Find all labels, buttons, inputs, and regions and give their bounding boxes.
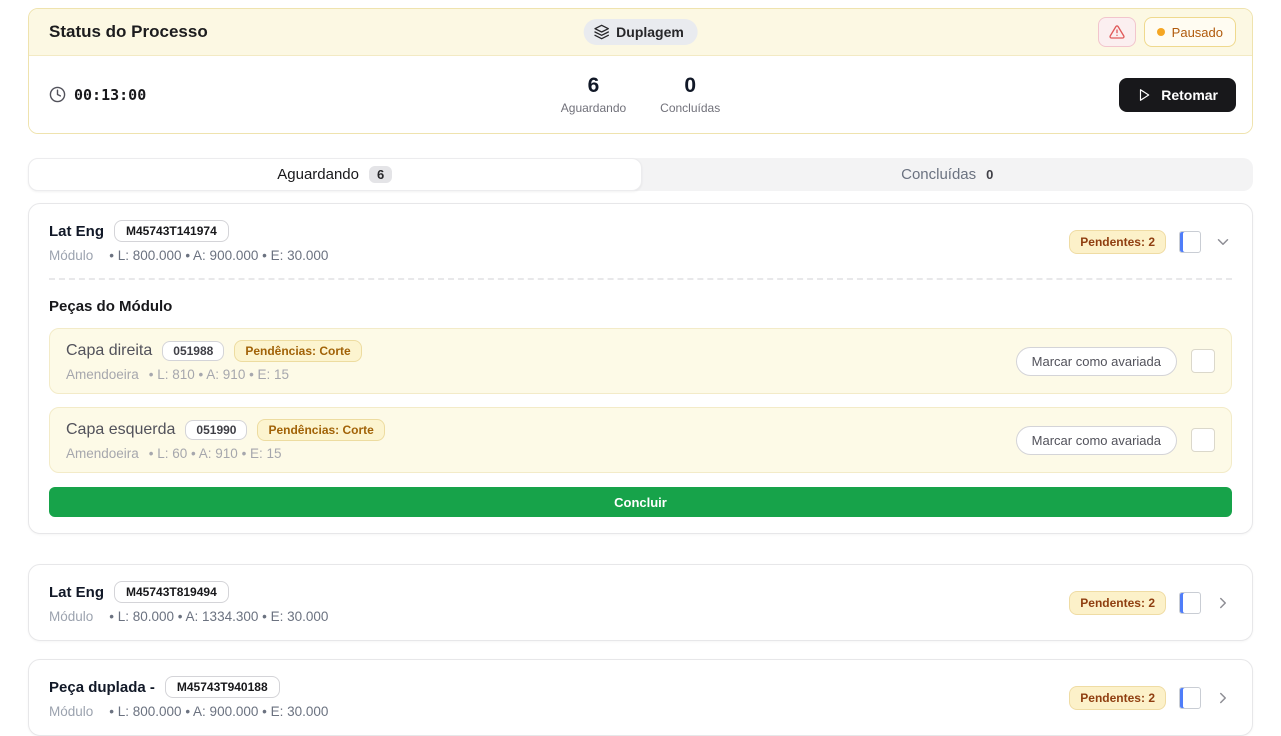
- stat-value: 6: [561, 74, 626, 97]
- tab-aguardando[interactable]: Aguardando 6: [28, 158, 642, 191]
- piece-pending-badge: Pendências: Corte: [257, 419, 384, 441]
- warning-triangle-icon: [1109, 24, 1125, 40]
- module-type: Módulo: [49, 609, 93, 624]
- piece-checkbox[interactable]: [1191, 428, 1215, 452]
- page-title: Status do Processo: [49, 22, 208, 42]
- module-dimensions: • L: 800.000 • A: 900.000 • E: 30.000: [109, 248, 328, 263]
- piece-row: Capa direita 051988 Pendências: Corte Am…: [49, 328, 1232, 394]
- divider: [49, 278, 1232, 280]
- module-info: Lat Eng M45743T819494 Módulo • L: 80.000…: [49, 581, 328, 624]
- tab-count-badge: 0: [986, 167, 993, 182]
- paused-status-badge: Pausado: [1144, 17, 1236, 47]
- tab-concluidas[interactable]: Concluídas 0: [642, 158, 1254, 191]
- module-card: Peça duplada - M45743T940188 Módulo • L:…: [28, 659, 1253, 736]
- module-body: Peças do Módulo Capa direita 051988 Pend…: [49, 278, 1232, 517]
- paused-label: Pausado: [1172, 25, 1223, 40]
- timer-value: 00:13:00: [74, 86, 146, 104]
- module-checkbox[interactable]: [1179, 687, 1201, 709]
- module-header[interactable]: Peça duplada - M45743T940188 Módulo • L:…: [49, 676, 1232, 719]
- piece-code-badge: 051990: [185, 420, 247, 440]
- pending-badge: Pendentes: 2: [1069, 230, 1166, 254]
- module-actions: Pendentes: 2: [1069, 591, 1232, 615]
- tab-count-badge: 6: [369, 166, 392, 183]
- piece-dimensions: • L: 60 • A: 910 • E: 15: [149, 446, 282, 461]
- piece-checkbox[interactable]: [1191, 349, 1215, 373]
- stat-label: Aguardando: [561, 101, 626, 115]
- module-dimensions: • L: 800.000 • A: 900.000 • E: 30.000: [109, 704, 328, 719]
- resume-label: Retomar: [1161, 87, 1218, 103]
- chevron-down-icon[interactable]: [1214, 233, 1232, 251]
- stat-label: Concluídas: [660, 101, 720, 115]
- process-type-badge: Duplagem: [583, 19, 698, 45]
- pending-badge: Pendentes: 2: [1069, 686, 1166, 710]
- conclude-button[interactable]: Concluir: [49, 487, 1232, 517]
- piece-actions: Marcar como avariada: [1016, 426, 1215, 455]
- play-icon: [1137, 88, 1151, 102]
- piece-actions: Marcar como avariada: [1016, 347, 1215, 376]
- paused-dot-icon: [1157, 28, 1165, 36]
- module-code-badge: M45743T940188: [165, 676, 280, 698]
- tab-label: Concluídas: [901, 166, 976, 183]
- stat-aguardando: 6 Aguardando: [561, 74, 626, 114]
- module-header[interactable]: Lat Eng M45743T141974 Módulo • L: 800.00…: [49, 220, 1232, 263]
- module-info: Peça duplada - M45743T940188 Módulo • L:…: [49, 676, 328, 719]
- stat-concluidas: 0 Concluídas: [660, 74, 720, 114]
- module-code-badge: M45743T819494: [114, 581, 229, 603]
- module-checkbox[interactable]: [1179, 231, 1201, 253]
- status-header-actions: Pausado: [1098, 17, 1236, 47]
- module-name: Peça duplada -: [49, 679, 155, 696]
- module-name: Lat Eng: [49, 584, 104, 601]
- alert-button[interactable]: [1098, 17, 1136, 47]
- chevron-right-icon[interactable]: [1214, 594, 1232, 612]
- status-card-body: 00:13:00 6 Aguardando 0 Concluídas Retom…: [29, 56, 1252, 133]
- tab-label: Aguardando: [277, 166, 359, 183]
- timer: 00:13:00: [49, 86, 146, 104]
- piece-info: Capa esquerda 051990 Pendências: Corte A…: [66, 419, 385, 461]
- layers-icon: [593, 24, 609, 40]
- status-card-header: Status do Processo Duplagem Pausado: [29, 9, 1252, 56]
- module-type: Módulo: [49, 248, 93, 263]
- module-dimensions: • L: 80.000 • A: 1334.300 • E: 30.000: [109, 609, 328, 624]
- resume-button[interactable]: Retomar: [1119, 78, 1236, 112]
- stat-value: 0: [660, 74, 720, 97]
- tab-bar: Aguardando 6 Concluídas 0: [28, 158, 1253, 191]
- module-code-badge: M45743T141974: [114, 220, 229, 242]
- module-actions: Pendentes: 2: [1069, 686, 1232, 710]
- module-type: Módulo: [49, 704, 93, 719]
- piece-name: Capa direita: [66, 342, 152, 360]
- mark-damaged-button[interactable]: Marcar como avariada: [1016, 347, 1177, 376]
- chevron-right-icon[interactable]: [1214, 689, 1232, 707]
- mark-damaged-button[interactable]: Marcar como avariada: [1016, 426, 1177, 455]
- piece-material: Amendoeira: [66, 367, 139, 382]
- module-checkbox[interactable]: [1179, 592, 1201, 614]
- pieces-section-title: Peças do Módulo: [49, 298, 1232, 315]
- clock-icon: [49, 86, 66, 103]
- piece-code-badge: 051988: [162, 341, 224, 361]
- pending-badge: Pendentes: 2: [1069, 591, 1166, 615]
- module-actions: Pendentes: 2: [1069, 230, 1232, 254]
- piece-dimensions: • L: 810 • A: 910 • E: 15: [149, 367, 289, 382]
- process-stats: 6 Aguardando 0 Concluídas: [561, 74, 720, 114]
- piece-row: Capa esquerda 051990 Pendências: Corte A…: [49, 407, 1232, 473]
- piece-pending-badge: Pendências: Corte: [234, 340, 361, 362]
- piece-name: Capa esquerda: [66, 421, 175, 439]
- piece-info: Capa direita 051988 Pendências: Corte Am…: [66, 340, 362, 382]
- module-header[interactable]: Lat Eng M45743T819494 Módulo • L: 80.000…: [49, 581, 1232, 624]
- module-card: Lat Eng M45743T819494 Módulo • L: 80.000…: [28, 564, 1253, 641]
- module-name: Lat Eng: [49, 223, 104, 240]
- piece-material: Amendoeira: [66, 446, 139, 461]
- status-card: Status do Processo Duplagem Pausado: [28, 8, 1253, 134]
- page: Status do Processo Duplagem Pausado: [0, 0, 1281, 736]
- module-info: Lat Eng M45743T141974 Módulo • L: 800.00…: [49, 220, 328, 263]
- process-type-label: Duplagem: [616, 24, 684, 40]
- module-card: Lat Eng M45743T141974 Módulo • L: 800.00…: [28, 203, 1253, 534]
